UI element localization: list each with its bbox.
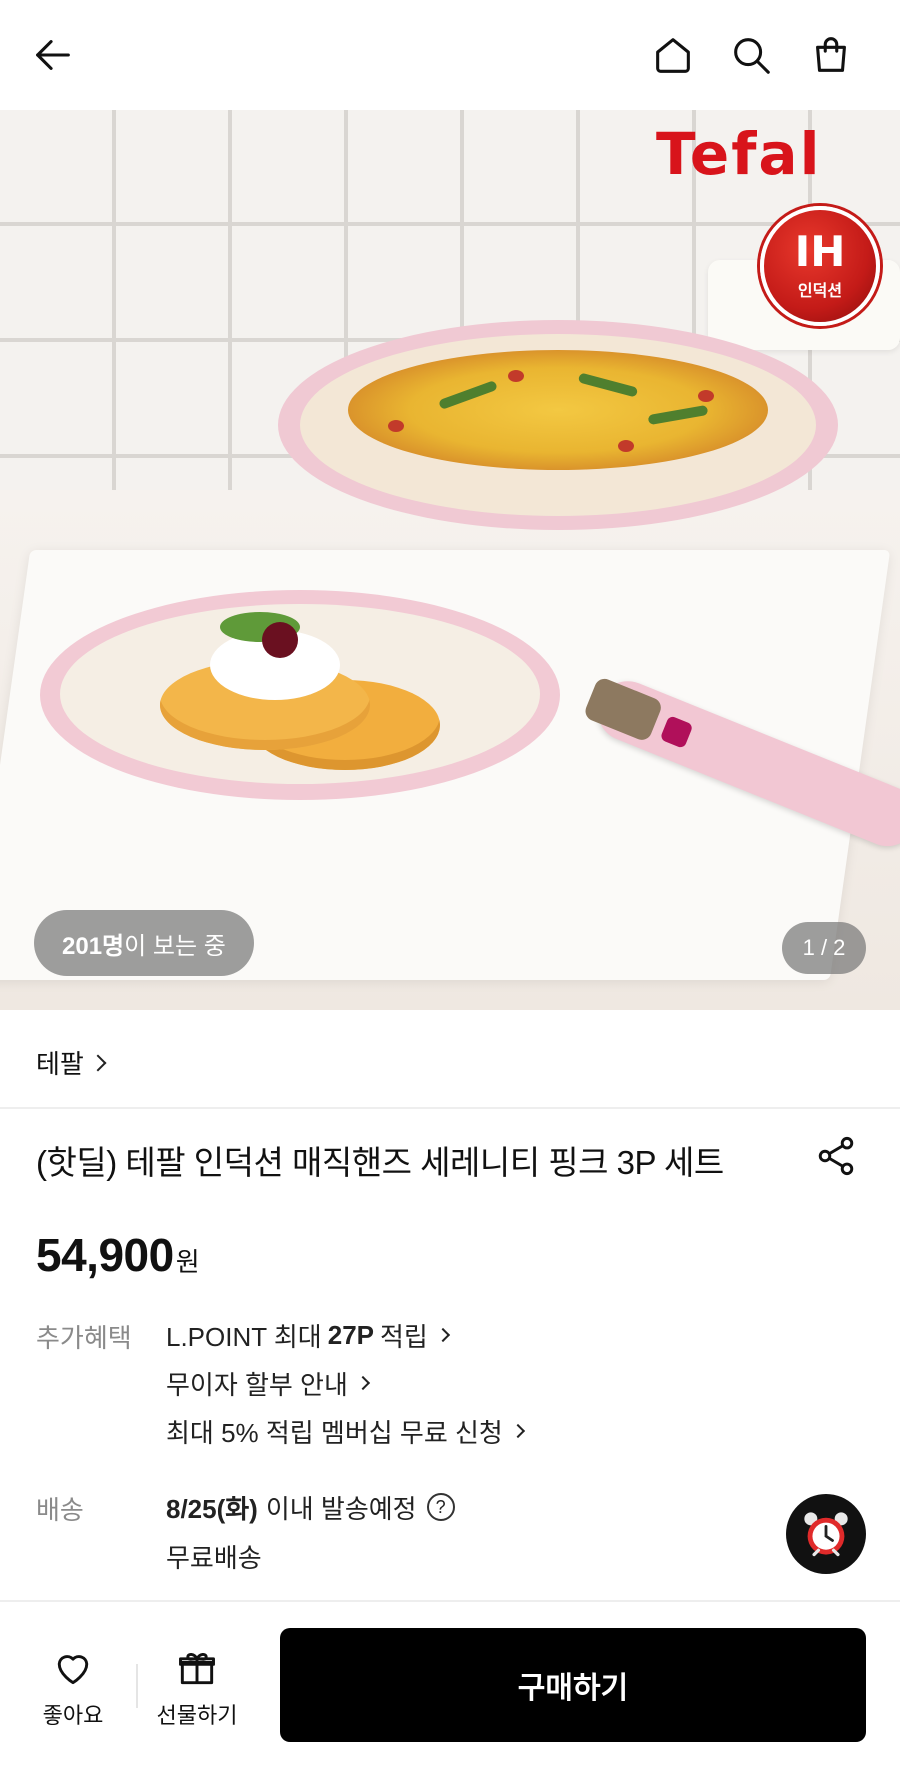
gift-button[interactable]: 선물하기	[142, 1646, 252, 1730]
back-button[interactable]	[28, 30, 78, 80]
like-label: 좋아요	[42, 1703, 104, 1728]
tefal-logo: Tefal	[656, 120, 822, 188]
price: 54,900 원	[36, 1228, 200, 1282]
shipping-date-suffix: 이내 발송예정	[265, 1493, 417, 1524]
product-title: (핫딜) 테팔 인덕션 매직핸즈 세레니티 핑크 3P 세트	[36, 1144, 724, 1181]
cart-button[interactable]	[806, 30, 856, 80]
badge-induction-text: 인덕션	[797, 281, 843, 300]
chevron-right-icon	[510, 1423, 525, 1439]
membership-label: 최대 5% 적립 멤버십 무료 신청	[166, 1417, 503, 1448]
buy-button[interactable]: 구매하기	[280, 1628, 866, 1742]
price-value: 54,900	[36, 1229, 174, 1281]
brand-link[interactable]: 테팔	[36, 1044, 107, 1081]
gift-label: 선물하기	[156, 1703, 238, 1728]
top-header	[0, 0, 900, 110]
lpoint-amount: 27P	[327, 1319, 374, 1350]
alarm-button[interactable]	[786, 1494, 866, 1574]
bottom-action-bar: 좋아요 선물하기 구매하기	[0, 1600, 900, 1767]
share-button[interactable]	[814, 1134, 858, 1178]
viewers-suffix: 이 보는 중	[124, 932, 226, 960]
image-page-indicator: 1 / 2	[782, 922, 866, 974]
benefits-list: L.POINT 최대 27P 적립 무이자 할부 안내 최대 5% 적립 멤버십…	[166, 1318, 525, 1462]
divider	[136, 1664, 138, 1708]
shopping-bag-icon	[816, 37, 846, 72]
arrow-left-icon	[36, 40, 70, 70]
viewers-badge: 201명 이 보는 중	[34, 910, 254, 976]
lpoint-prefix: L.POINT 최대	[166, 1321, 322, 1352]
shipping-info: 8/25(화) 이내 발송예정 ? 무료배송	[166, 1490, 455, 1575]
heart-icon	[57, 1655, 89, 1685]
shipping-fee: 무료배송	[166, 1543, 262, 1573]
shipping-date: 8/25(화)	[166, 1493, 258, 1524]
chevron-right-icon	[89, 1054, 107, 1071]
benefits-label: 추가혜택	[36, 1323, 132, 1353]
pasta	[348, 350, 768, 470]
viewers-count: 201명	[62, 932, 125, 960]
chevron-right-icon	[355, 1375, 370, 1391]
alarm-clock-icon	[804, 1512, 848, 1557]
gift-icon	[179, 1653, 215, 1685]
lpoint-benefit-link[interactable]: L.POINT 최대 27P 적립	[166, 1318, 523, 1352]
product-image-carousel[interactable]: Tefal IH 인덕션 201명 이 보는 중 1 / 2	[0, 110, 900, 1010]
search-button[interactable]	[726, 30, 776, 80]
chevron-right-icon	[435, 1327, 450, 1343]
help-icon[interactable]: ?	[426, 1493, 455, 1521]
lpoint-suffix: 적립	[380, 1321, 428, 1352]
cherry	[262, 622, 298, 658]
share-icon	[818, 1136, 854, 1176]
shipping-label: 배송	[36, 1495, 84, 1525]
small-pan	[40, 590, 560, 890]
like-button[interactable]: 좋아요	[18, 1646, 128, 1730]
divider	[0, 1107, 900, 1109]
price-currency: 원	[175, 1247, 200, 1277]
home-button[interactable]	[648, 30, 698, 80]
home-icon	[656, 38, 690, 73]
brand-name: 테팔	[36, 1049, 84, 1079]
badge-ih-text: IH	[794, 227, 846, 276]
membership-signup-link[interactable]: 최대 5% 적립 멤버십 무료 신청	[166, 1414, 525, 1448]
installment-info-link[interactable]: 무이자 할부 안내	[166, 1366, 523, 1400]
ih-induction-badge: IH 인덕션	[760, 206, 880, 326]
search-icon	[734, 38, 770, 74]
installment-label: 무이자 할부 안내	[166, 1369, 348, 1400]
